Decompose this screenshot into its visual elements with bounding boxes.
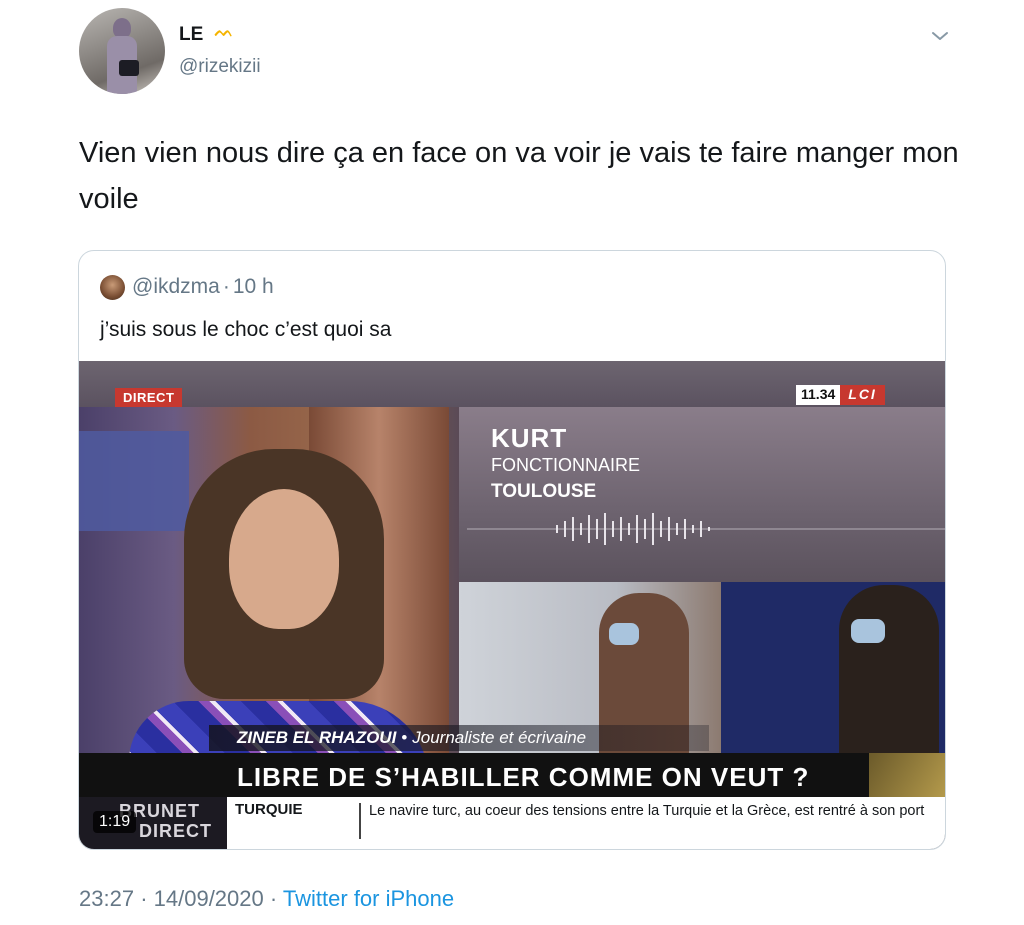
chevron-down-icon[interactable] [928,26,952,46]
video-studio-screen [79,431,189,531]
meta-separator: · [222,275,230,298]
user-handle[interactable]: @rizekizii [179,56,261,78]
audio-waveform-icon [467,513,945,545]
show-logo-line-2: DIRECT [139,821,212,841]
channel-logo: LCI [840,385,885,405]
user-avatar[interactable] [79,8,165,94]
quoted-user-handle[interactable]: @ikdzma [132,275,220,298]
quoted-tweet-card[interactable]: @ikdzma · 10 h j’suis sous le choc c’est q… [78,250,946,850]
avatar-figure-bag [119,60,139,76]
tweet-meta: 23:27 · 14/09/2020 · Twitter for iPhone [79,886,454,912]
meta-separator: · [140,886,148,911]
caller-name: KURT [491,423,568,453]
guest-title: Journaliste et écrivaine [412,728,587,747]
quoted-tweet-text: j’suis sous le choc c’est quoi sa [100,318,392,341]
ticker-label: TURQUIE [235,801,303,818]
meta-separator: · [269,886,278,911]
avatar-figure-head [113,18,131,38]
tweet-source-link[interactable]: Twitter for iPhone [283,886,454,911]
display-name[interactable]: LE ᨓ [179,23,234,46]
channel-clock: 11.34 [796,385,841,405]
presenter-face [229,489,339,629]
quoted-tweet-meta: @ikdzma · 10 h [132,275,274,299]
ticker-text: Le navire turc, au coeur des tensions en… [369,803,925,819]
video-player[interactable]: DIRECT 11.34 LCI KURT FONCTIONNAIRE TOUL… [79,361,945,849]
live-badge: DIRECT [115,388,183,407]
tweet-text: Vien vien nous dire ça en face on va voi… [79,137,959,215]
guest-separator: • [401,728,408,747]
headline-text: LIBRE DE S’HABILLER COMME ON VEUT ? [237,762,810,792]
quoted-tweet-age[interactable]: 10 h [233,275,274,298]
quoted-user-avatar[interactable] [100,275,125,300]
tweet-time[interactable]: 23:27 [79,886,134,911]
ticker-divider [359,803,361,839]
channel-badge: 11.34 LCI [796,385,885,405]
display-name-text: LE [179,24,204,45]
headline-banner-accent [869,753,945,797]
footage-mask-2 [851,619,885,643]
guest-name-strip: ZINEB EL RHAZOUI • Journaliste et écriva… [209,725,709,751]
caller-job: FONCTIONNAIRE [491,455,641,475]
footage-person-2 [839,585,939,765]
caller-city: TOULOUSE [491,481,597,502]
video-duration-badge: 1:19 [93,811,137,833]
crown-emoji-icon: ᨓ [214,23,234,40]
guest-name: ZINEB EL RHAZOUI [237,728,397,747]
footage-mask-1 [609,623,639,645]
tweet-date[interactable]: 14/09/2020 [154,886,264,911]
